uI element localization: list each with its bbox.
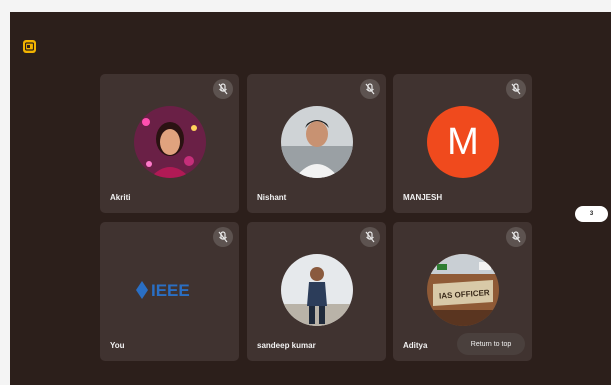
participant-name: sandeep kumar [257,341,316,350]
mic-off-icon [360,79,380,99]
participant-tile[interactable]: sandeep kumar [247,222,386,361]
participant-tile[interactable]: Akriti [100,74,239,213]
page-indicator[interactable]: 3 [575,206,608,222]
layout-icon[interactable] [23,40,36,53]
mic-off-icon [506,227,526,247]
avatar: IAS OFFICER [427,254,499,326]
participant-name: Akriti [110,193,131,202]
participant-tile-self[interactable]: IEEE You [100,222,239,361]
mic-off-icon [213,227,233,247]
ieee-logo-text: IEEE [151,281,190,300]
participant-name: MANJESH [403,193,443,202]
mic-off-icon [506,79,526,99]
participant-name: Aditya [403,341,428,350]
avatar [134,106,206,178]
letter-avatar: M [427,106,499,178]
mic-off-icon [360,227,380,247]
ieee-logo: IEEE [136,281,190,300]
participant-name: You [110,341,125,350]
mic-off-icon [213,79,233,99]
participant-tile[interactable]: M MANJESH [393,74,532,213]
participant-name: Nishant [257,193,287,202]
participant-tile[interactable]: Nishant [247,74,386,213]
avatar [281,254,353,326]
avatar [281,106,353,178]
meeting-stage: Akriti Nishant M MANJESH IEEE You sandee… [10,12,611,385]
return-to-top-button[interactable]: Return to top [457,333,525,355]
